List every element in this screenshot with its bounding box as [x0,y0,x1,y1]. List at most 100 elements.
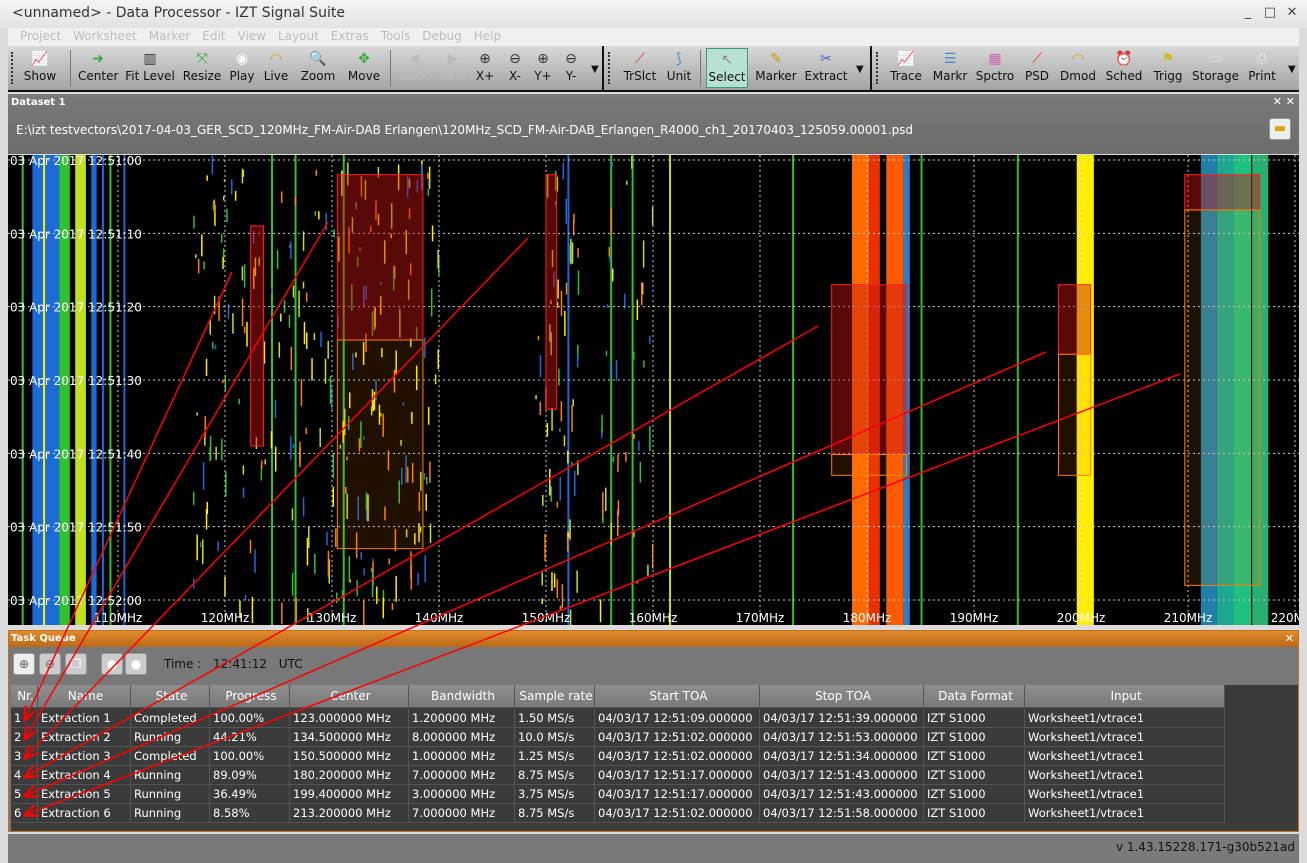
column-header[interactable]: Data Format [924,685,1025,708]
y--button[interactable]: ⊕ Y+ [532,48,554,88]
column-header[interactable]: Input [1025,685,1225,708]
menu-layout[interactable]: Layout [278,28,319,44]
menu-view[interactable]: View [238,28,266,44]
signal-burst [541,572,543,586]
signal-burst [271,288,273,294]
psd-button[interactable]: ⟋ PSD [1022,48,1052,88]
cell-name: Extraction 5 [38,785,131,804]
signal-burst [201,234,203,257]
table-row[interactable]: 1 Extraction 1 Completed 100.00% 123.000000 … [11,709,1225,728]
button-label: Storage [1192,69,1239,83]
spctro-button[interactable]: ▦ Spctro [974,48,1016,88]
menu-help[interactable]: Help [474,28,501,44]
column-header[interactable]: Progress [210,685,290,708]
column-header[interactable]: Nr. [11,685,38,708]
menu-edit[interactable]: Edit [202,28,225,44]
dmod-button[interactable]: ◠ Dmod [1058,48,1098,88]
sched-button[interactable]: ⏰ Sched [1104,48,1144,88]
task-queue-title: Task Queue [11,633,76,644]
button-label: Next [439,69,467,83]
x--button[interactable]: ⊕ X+ [474,48,496,88]
menu-tools[interactable]: Tools [381,28,411,44]
close-button[interactable]: ✕ [1284,5,1300,21]
open-folder-button[interactable]: ▬ [1269,118,1291,140]
toolbar-grip[interactable] [11,52,14,84]
time-value: 12:41:12 [213,657,267,671]
signal-burst [276,249,279,269]
trace-button[interactable]: 📈 Trace [886,48,926,88]
trigg-button[interactable]: ⚑ Trigg [1150,48,1186,88]
play-button[interactable]: ◉ Play [228,48,256,88]
copy-task-button[interactable]: ❐ [65,653,87,675]
cell-name: Extraction 3 [38,747,131,766]
signal-burst [302,231,305,251]
stop-task-button[interactable]: ● [125,653,147,675]
fit-level-button[interactable]: ▥ Fit Level [124,48,176,88]
cell-rate: 8.75 MS/s [515,804,595,823]
signal-burst [625,452,627,462]
column-header[interactable]: State [131,685,210,708]
column-header[interactable]: Name [38,685,131,708]
toolbar-grip[interactable] [876,52,879,84]
back-button[interactable]: ◀ Back [396,48,432,88]
extract-button[interactable]: ✂ Extract [804,48,848,88]
table-row[interactable]: 3 Extraction 3 Completed 100.00% 150.500000 … [11,747,1225,766]
resize-button[interactable]: ⤧ Resize [182,48,222,88]
column-header[interactable]: Start TOA [595,685,760,708]
column-header[interactable]: Stop TOA [760,685,924,708]
column-header[interactable]: Center [290,685,409,708]
x--button[interactable]: ⊖ X- [504,48,526,88]
signal-burst [242,487,245,498]
storage-button[interactable]: ▭ Storage [1192,48,1239,88]
remove-task-button[interactable]: ⊖ [39,653,61,675]
maximize-button[interactable]: □ [1262,5,1278,21]
file-path: E:\izt testvectors\2017-04-03_GER_SCD_12… [16,123,914,137]
table-row[interactable]: 6 Extraction 6 Running 8.58% 213.200000 MHz 7… [11,804,1225,823]
print-button[interactable]: ⎙ Print [1244,48,1280,88]
signal-burst [551,572,553,592]
show-button[interactable]: 📈 Show [18,48,62,88]
column-header[interactable]: Bandwidth [409,685,515,708]
column-header[interactable]: Sample rate [515,685,595,708]
minimize-button[interactable]: _ [1240,5,1256,21]
signal-burst [238,398,241,405]
menu-project[interactable]: Project [20,28,61,44]
table-row[interactable]: 4 Extraction 4 Running 89.09% 180.200000 MHz… [11,766,1225,785]
trslct-button[interactable]: ⟋ TrSlct [620,48,660,88]
menu-debug[interactable]: Debug [422,28,461,44]
cell-center: 199.400000 MHz [290,785,409,804]
move-button[interactable]: ✥ Move [344,48,384,88]
toolbar-overflow-icon[interactable]: ▼ [856,64,864,75]
toolbar-grip[interactable] [608,52,611,84]
button-label: Select [708,70,746,84]
table-row[interactable]: 5 Extraction 5 Running 36.49% 199.400000 MHz… [11,785,1225,804]
task-queue-close-button[interactable]: ✕ [1285,631,1294,647]
signal-burst [292,285,295,298]
menu-extras[interactable]: Extras [331,28,369,44]
signal-burst [633,351,635,360]
pause-task-button[interactable]: ● [101,653,123,675]
add-task-button[interactable]: ⊕ [13,653,35,675]
cell-start: 04/03/17 12:51:02.000000 [595,747,760,766]
toolbar-overflow-icon[interactable]: ▼ [1288,64,1296,75]
next-button[interactable]: ▶ Next [436,48,470,88]
marker-button[interactable]: ✎ Marker [754,48,798,88]
unit-button[interactable]: ⟆ Unit [664,48,694,88]
menu-marker[interactable]: Marker [149,28,190,44]
center-button[interactable]: ➜ Center [78,48,118,88]
spectrogram-plot[interactable]: 03 Apr 2017 12:51:00 03 Apr 2017 12:51:10… [8,155,1299,625]
y--button[interactable]: ⊖ Y- [560,48,582,88]
live-button[interactable]: ◠ Live [262,48,290,88]
zoom-button[interactable]: 🔍 Zoom [298,48,338,88]
select-button[interactable]: ↖ Select [706,48,748,88]
signal-burst [302,281,305,289]
menu-worksheet[interactable]: Worksheet [73,28,137,44]
signal-burst [206,175,208,181]
signal-burst [199,541,202,548]
dataset-close-buttons[interactable]: ✕ ✕ [1273,95,1295,108]
spectrogram-canvas[interactable]: 03 Apr 2017 12:51:00 03 Apr 2017 12:51:10… [8,155,1299,625]
markr-button[interactable]: ☰ Markr [930,48,970,88]
toolbar-overflow-icon[interactable]: ▼ [591,64,599,75]
table-row[interactable]: 2 Extraction 2 Running 44.21% 134.500000 MHz… [11,728,1225,747]
separator [602,46,604,92]
